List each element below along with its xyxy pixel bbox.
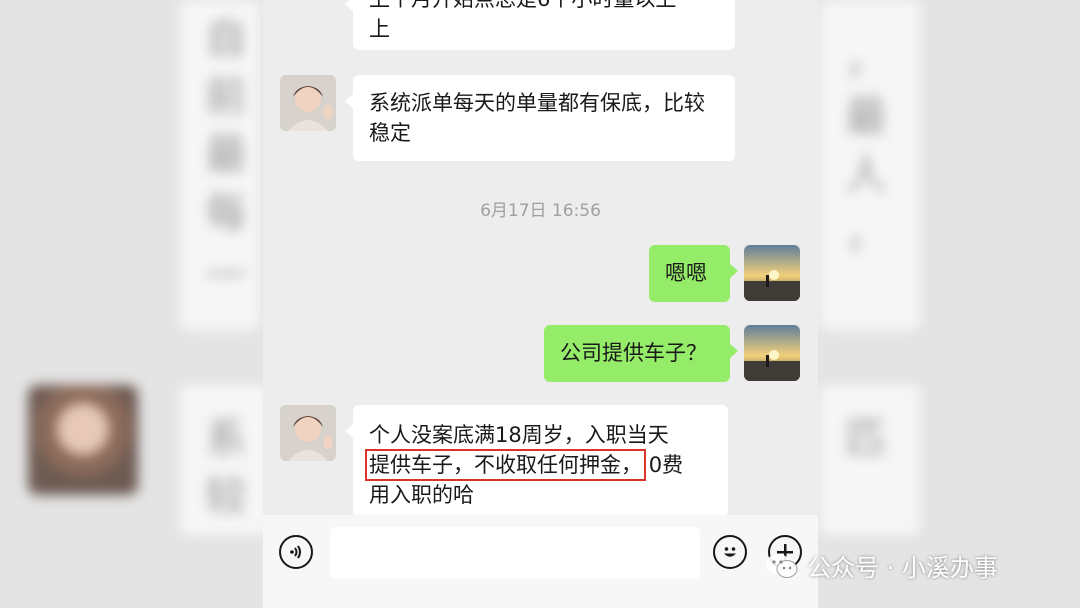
message-text: 用入职的哈 <box>369 483 474 507</box>
wechat-logo-icon <box>766 553 798 578</box>
message-text: 嗯嗯 <box>665 261 707 285</box>
my-avatar[interactable] <box>744 245 800 301</box>
message-bubble-outgoing[interactable]: 公司提供车子？ <box>544 325 738 382</box>
message-bubble-incoming[interactable]: 上个月开始点总是6个小时量以上 上 <box>345 0 735 50</box>
watermark: 公众号 · 小溪办事 <box>765 548 998 583</box>
chat-window: 上个月开始点总是6个小时量以上 上 系统派单每天的单量都有保底，比较稳定 6月1… <box>263 0 818 608</box>
watermark-text: 公众号 · 小溪办事 <box>807 554 998 582</box>
message-bubble-outgoing[interactable]: 嗯嗯 <box>649 245 738 302</box>
message-bubble-incoming[interactable]: 系统派单每天的单量都有保底，比较稳定 <box>345 75 735 161</box>
voice-input-button[interactable] <box>279 535 313 569</box>
bg-avatar <box>28 385 138 495</box>
emoji-icon <box>724 547 736 557</box>
bg-text-right: ， 最 人 ， <box>845 34 888 257</box>
highlighted-text: 提供车子，不收取任何押金， <box>365 449 646 481</box>
bg-text-left-lower: 系 较 <box>205 414 248 521</box>
message-text: 提供车子，不收取任何押金， 0费 <box>365 449 712 481</box>
message-text: 系统派单每天的单量都有保底，比较稳定 <box>369 91 705 145</box>
message-text-rest: 0费 <box>648 453 684 477</box>
message-text: 上 <box>369 17 390 41</box>
message-input[interactable] <box>330 527 700 579</box>
bg-text-right-lower: 匹 <box>845 414 888 463</box>
message-text: 个人没案底满18周岁，入职当天 <box>369 423 669 447</box>
contact-avatar[interactable] <box>280 75 336 131</box>
emoji-button[interactable] <box>713 535 747 569</box>
contact-avatar[interactable] <box>280 405 336 461</box>
message-text: 上个月开始点总是6个小时量以上 <box>369 0 719 14</box>
chat-input-bar <box>263 515 818 608</box>
voice-icon <box>290 545 301 559</box>
my-avatar[interactable] <box>744 325 800 381</box>
bg-text-left: 自 前 最 每 — <box>205 14 248 295</box>
message-bubble-incoming[interactable]: 个人没案底满18周岁，入职当天 提供车子，不收取任何押金， 0费 用入职的哈 <box>345 405 728 517</box>
message-timestamp: 6月17日 16:56 <box>480 201 601 221</box>
message-text: 公司提供车子？ <box>560 341 707 365</box>
